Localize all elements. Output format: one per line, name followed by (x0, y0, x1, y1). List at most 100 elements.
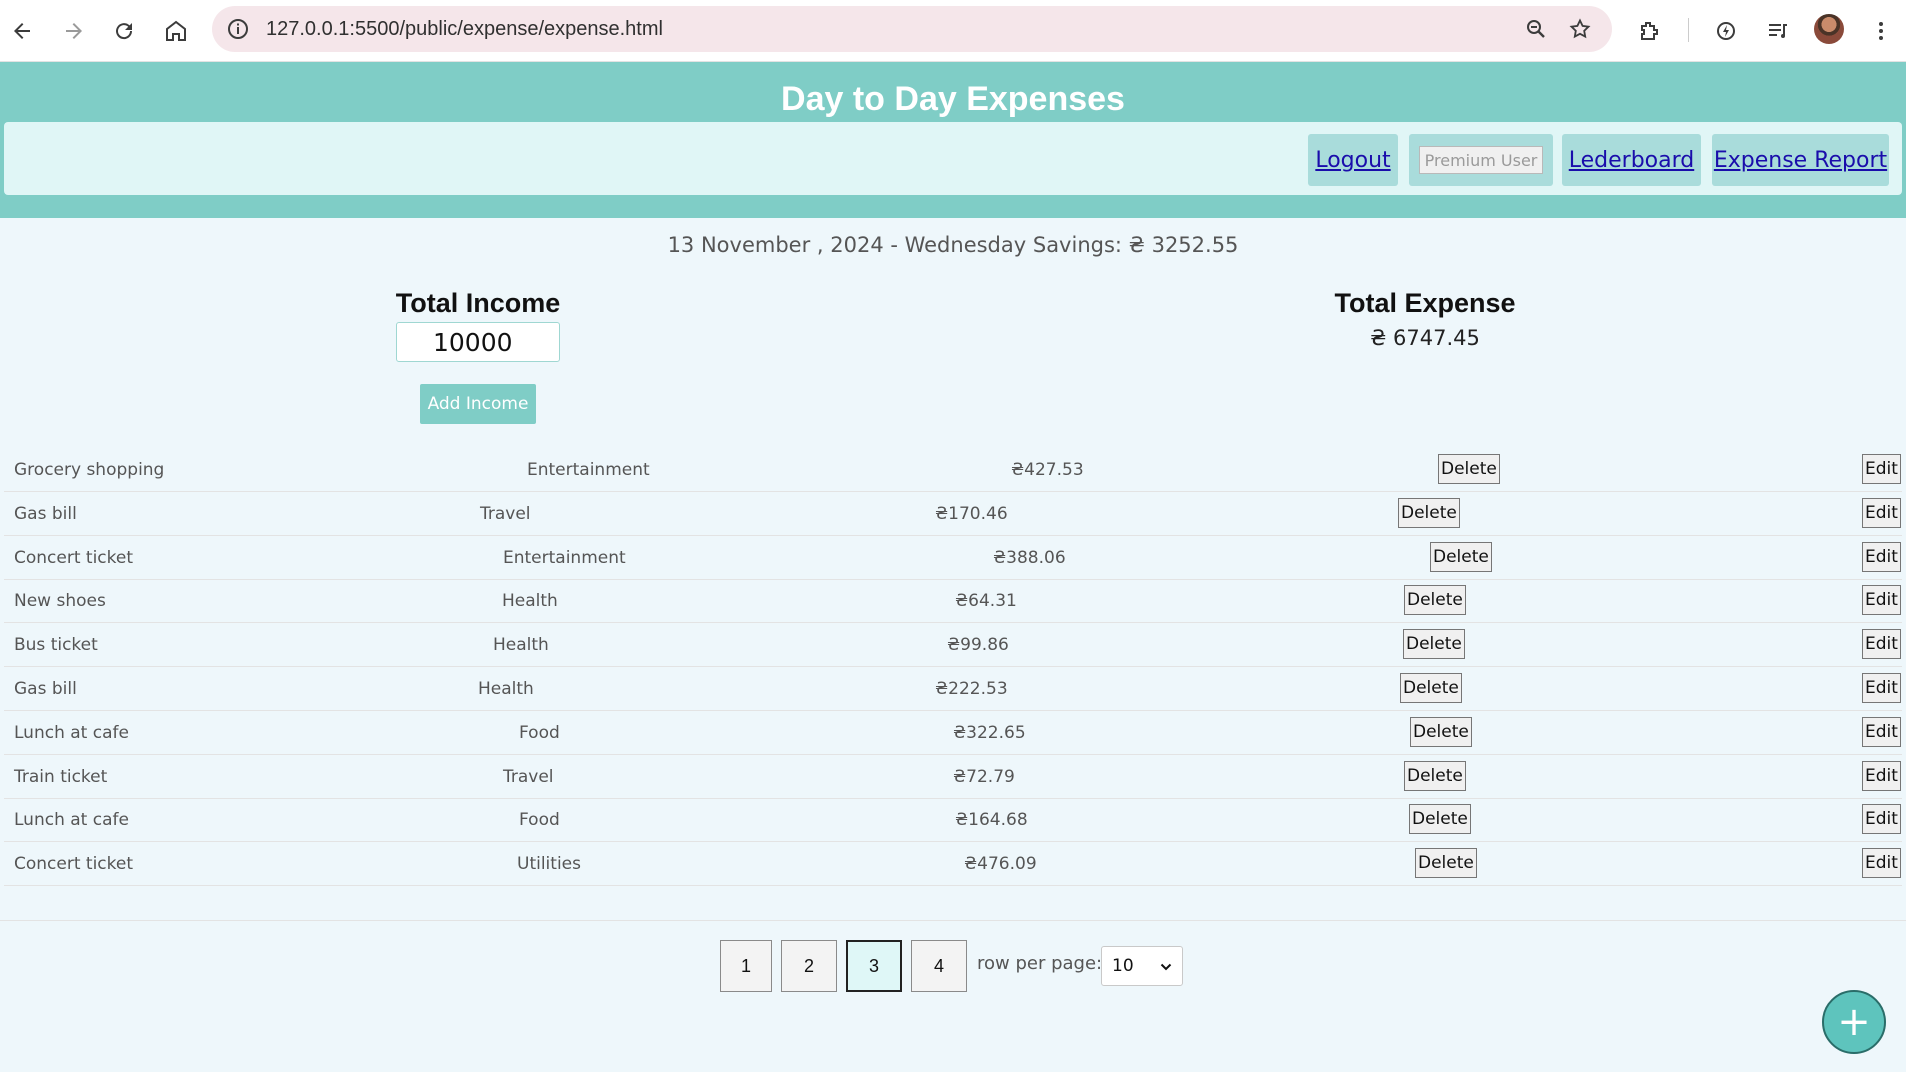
expense-category: Entertainment (503, 547, 626, 568)
edit-button[interactable]: Edit (1862, 541, 1901, 572)
edit-button[interactable]: Edit (1862, 760, 1901, 791)
edit-button[interactable]: Edit (1862, 454, 1901, 484)
expense-description: Lunch at cafe (14, 810, 129, 831)
expense-description: Concert ticket (14, 854, 134, 875)
expense-amount: ₴388.06 (993, 547, 1066, 568)
expense-row: Bus ticket Health ₴99.86 Delete Edit (4, 623, 1902, 668)
expense-report-link[interactable]: Expense Report (1712, 134, 1889, 186)
reload-icon[interactable] (104, 11, 144, 51)
media-control-icon[interactable] (1758, 11, 1798, 51)
expense-description: Train ticket (14, 766, 108, 787)
delete-button[interactable]: Delete (1410, 716, 1472, 747)
expense-category: Food (519, 810, 560, 831)
add-income-button[interactable]: Add Income (420, 384, 536, 424)
expense-category: Travel (480, 503, 531, 524)
expense-amount: ₴99.86 (947, 635, 1009, 656)
expense-row: Train ticket Travel ₴72.79 Delete Edit (4, 755, 1902, 799)
expense-description: Gas bill (14, 679, 77, 699)
edit-button[interactable]: Edit (1862, 804, 1901, 835)
total-expense-value: ₴ 6747.45 (1370, 326, 1480, 350)
rows-per-page-select[interactable]: 10 (1101, 946, 1183, 986)
bookmark-star-icon[interactable] (1568, 17, 1592, 41)
expense-amount: ₴72.79 (953, 766, 1015, 787)
delete-button[interactable]: Delete (1403, 629, 1465, 660)
page-title: Day to Day Expenses (781, 80, 1125, 118)
delete-button[interactable]: Delete (1400, 673, 1462, 703)
expense-category: Travel (503, 766, 554, 787)
browser-toolbar: 127.0.0.1:5500/public/expense/expense.ht… (0, 0, 1906, 62)
site-info-icon[interactable] (226, 17, 250, 41)
rows-per-page-value: 10 (1112, 956, 1134, 976)
delete-button[interactable]: Delete (1404, 585, 1466, 616)
expense-description: Grocery shopping (14, 460, 165, 480)
url-text[interactable]: 127.0.0.1:5500/public/expense/expense.ht… (266, 18, 663, 41)
forward-icon[interactable] (54, 11, 94, 51)
expense-description: New shoes (14, 591, 106, 612)
expense-row: Lunch at cafe Food ₴164.68 Delete Edit (4, 798, 1902, 843)
edit-button[interactable]: Edit (1862, 497, 1901, 528)
expense-row: New shoes Health ₴64.31 Delete Edit (4, 579, 1902, 624)
expense-row: Concert ticket Utilities ₴476.09 Delete Edit (4, 842, 1902, 887)
back-icon[interactable] (2, 11, 42, 51)
expense-description: Gas bill (14, 503, 77, 524)
page-button-1[interactable]: 1 (720, 940, 772, 992)
add-expense-button[interactable]: + (1822, 990, 1886, 1054)
delete-button[interactable]: Delete (1398, 497, 1460, 528)
expense-row: Grocery shopping Entertainment ₴427.53 Dele… (4, 448, 1902, 492)
list-divider (0, 920, 1906, 921)
income-input[interactable] (396, 322, 560, 362)
address-bar[interactable]: 127.0.0.1:5500/public/expense/expense.ht… (212, 6, 1612, 52)
expense-amount: ₴427.53 (1011, 460, 1084, 480)
expense-description: Concert ticket (14, 547, 134, 568)
expense-category: Food (519, 722, 560, 743)
expense-amount: ₴222.53 (935, 679, 1008, 699)
expense-amount: ₴64.31 (955, 591, 1017, 612)
expense-row: Gas bill Health ₴222.53 Delete Edit (4, 667, 1902, 711)
leaderboard-link[interactable]: Lederboard (1562, 134, 1701, 186)
page-button-2[interactable]: 2 (781, 940, 837, 992)
expense-category: Utilities (517, 854, 581, 875)
expense-category: Health (478, 679, 534, 699)
premium-user-button[interactable]: Premium User (1419, 146, 1543, 174)
expense-amount: ₴476.09 (964, 854, 1037, 875)
expense-row: Lunch at cafe Food ₴322.65 Delete Edit (4, 711, 1902, 755)
expense-category: Health (493, 635, 549, 656)
expense-category: Entertainment (527, 460, 650, 480)
plus-icon: + (1837, 999, 1871, 1045)
delete-button[interactable]: Delete (1438, 454, 1500, 484)
delete-button[interactable]: Delete (1415, 848, 1477, 879)
edit-button[interactable]: Edit (1862, 673, 1901, 703)
page-button-3[interactable]: 3 (846, 940, 902, 992)
logout-link[interactable]: Logout (1308, 134, 1398, 186)
delete-button[interactable]: Delete (1404, 760, 1466, 791)
date-savings-line: 13 November , 2024 - Wednesday Savings: … (667, 233, 1239, 257)
avatar[interactable] (1814, 14, 1844, 44)
edit-button[interactable]: Edit (1862, 585, 1901, 616)
expense-amount: ₴170.46 (935, 503, 1008, 524)
extensions-icon[interactable] (1629, 11, 1669, 51)
chevron-down-icon (1160, 963, 1172, 971)
edit-button[interactable]: Edit (1862, 716, 1901, 747)
home-icon[interactable] (156, 11, 196, 51)
expense-category: Health (502, 591, 558, 612)
app-header: Day to Day Expenses Logout Premium User … (0, 62, 1906, 218)
zoom-icon[interactable] (1524, 17, 1548, 41)
expense-row: Gas bill Travel ₴170.46 Delete Edit (4, 492, 1902, 536)
expense-amount: ₴322.65 (953, 722, 1026, 743)
more-menu-icon[interactable] (1861, 11, 1901, 51)
delete-button[interactable]: Delete (1409, 804, 1471, 835)
expense-row: Concert ticket Entertainment ₴388.06 Delete… (4, 536, 1902, 580)
edit-button[interactable]: Edit (1862, 848, 1901, 879)
delete-button[interactable]: Delete (1430, 541, 1492, 572)
toolbar-separator (1688, 18, 1689, 42)
expense-description: Bus ticket (14, 635, 98, 656)
total-income-heading: Total Income (395, 288, 561, 318)
page-button-4[interactable]: 4 (911, 940, 967, 992)
premium-user-container: Premium User (1409, 134, 1553, 186)
performance-icon[interactable] (1706, 11, 1746, 51)
rows-per-page-label: row per page: (977, 953, 1103, 974)
total-expense-heading: Total Expense (1334, 288, 1516, 318)
expense-description: Lunch at cafe (14, 722, 129, 743)
expense-amount: ₴164.68 (955, 810, 1028, 831)
edit-button[interactable]: Edit (1862, 629, 1901, 660)
